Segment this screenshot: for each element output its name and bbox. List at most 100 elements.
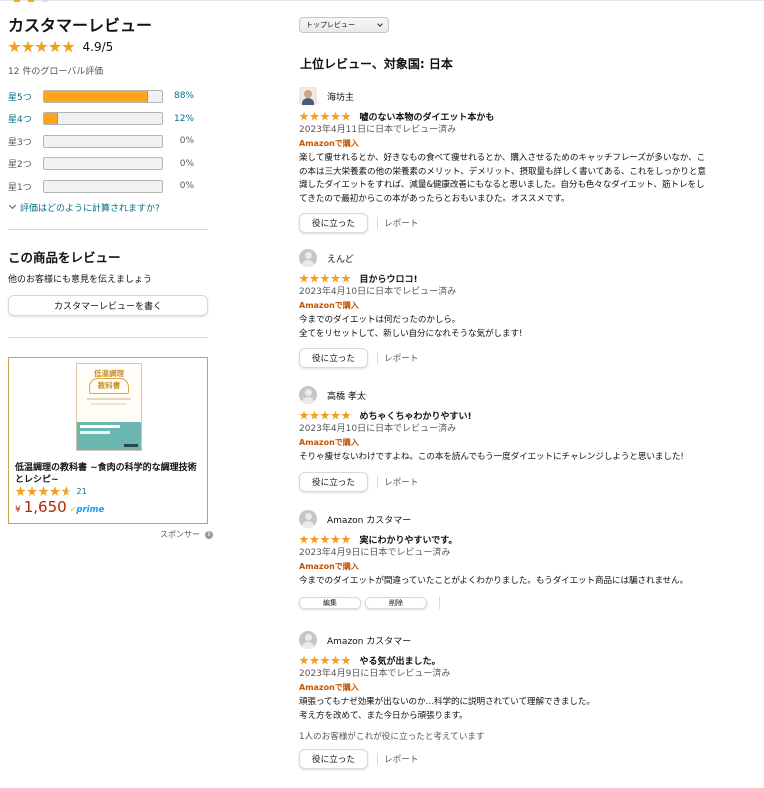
review-title[interactable]: やる気が出ました。 bbox=[360, 654, 441, 667]
star-icon bbox=[330, 273, 341, 283]
histogram-bar[interactable] bbox=[43, 89, 163, 103]
review-title[interactable]: 実にわかりやすいです。 bbox=[360, 533, 458, 546]
reviewer-name[interactable]: Amazon カスタマー bbox=[327, 513, 411, 526]
reviewer-name[interactable]: Amazon カスタマー bbox=[327, 634, 411, 647]
histogram-fill bbox=[44, 90, 148, 102]
review-actions: 役に立った レポート bbox=[299, 348, 751, 368]
histogram-label: 星3つ bbox=[8, 137, 32, 148]
report-link[interactable]: レポート bbox=[384, 476, 418, 488]
sponsored-label[interactable]: スポンサー i bbox=[160, 529, 213, 540]
reviewer-profile[interactable]: 高橋 孝太 bbox=[299, 386, 751, 404]
review-title[interactable]: 目からウロコ! bbox=[360, 272, 418, 285]
info-icon[interactable]: i bbox=[205, 530, 213, 539]
ad-rating[interactable]: 21 bbox=[15, 486, 87, 497]
histogram-row-4[interactable]: 星4つ 12% bbox=[8, 111, 208, 127]
review-item: Amazon カスタマー やる気が出ました。 2023年4月9日に日本でレビュー… bbox=[299, 631, 751, 769]
reviewer-name[interactable]: 海坊主 bbox=[327, 90, 354, 103]
reviewer-profile[interactable]: Amazon カスタマー bbox=[299, 631, 751, 649]
reviewer-avatar[interactable] bbox=[299, 631, 317, 649]
helpful-button[interactable]: 役に立った bbox=[299, 749, 368, 769]
report-link[interactable]: レポート bbox=[384, 217, 418, 229]
cover-decor bbox=[124, 444, 138, 447]
rating-histogram: 星5つ 88% 星4つ 12% 星3つ 0% 星2つ 0% 星1つ 0% bbox=[8, 88, 208, 194]
report-link[interactable]: レポート bbox=[384, 352, 418, 364]
star-icon bbox=[309, 410, 320, 420]
customer-reviews-title: カスタマーレビュー bbox=[8, 16, 153, 35]
review-body: 今までのダイエットは何だったのかしら。 全てをリセットして、新しい自分になれそう… bbox=[299, 315, 523, 339]
review-item: 海坊主 嘘のない本物のダイエット本かも 2023年4月11日に日本でレビュー済み… bbox=[299, 87, 751, 233]
product-cover-image[interactable]: 低温調理 教科書 bbox=[76, 363, 142, 451]
review-date: 2023年4月11日に日本でレビュー済み bbox=[299, 125, 457, 135]
review-date: 2023年4月10日に日本でレビュー済み bbox=[299, 424, 457, 434]
verified-purchase-badge: Amazonで購入 bbox=[299, 683, 359, 692]
cover-decor bbox=[80, 425, 120, 428]
histogram-percent: 0% bbox=[179, 136, 194, 146]
review-body: 今までのダイエットが間違っていたことがよくわかりました。もうダイエット商品には騙… bbox=[299, 576, 689, 586]
review-item: えんど 目からウロコ! 2023年4月10日に日本でレビュー済み Amazonで… bbox=[299, 249, 751, 368]
review-title-row[interactable]: 嘘のない本物のダイエット本かも bbox=[299, 110, 751, 123]
verified-purchase-badge: Amazonで購入 bbox=[299, 139, 359, 148]
how-calculated-link[interactable]: 評価はどのように計算されますか? bbox=[8, 201, 208, 214]
star-icon bbox=[330, 655, 341, 665]
helpful-button[interactable]: 役に立った bbox=[299, 471, 368, 492]
review-title-row[interactable]: 実にわかりやすいです。 bbox=[299, 533, 751, 546]
star-icon bbox=[299, 410, 309, 420]
star-icon bbox=[299, 534, 309, 544]
review-item: Amazon カスタマー 実にわかりやすいです。 2023年4月9日に日本でレビ… bbox=[299, 510, 751, 609]
reviewer-profile[interactable]: 海坊主 bbox=[299, 87, 751, 105]
average-rating-row: 4.9/5 bbox=[8, 39, 208, 55]
separator bbox=[376, 217, 378, 229]
reviewer-name[interactable]: えんど bbox=[327, 252, 354, 265]
sort-selected-value: トップレビュー bbox=[306, 21, 355, 29]
histogram-bar bbox=[43, 157, 163, 170]
star-icon bbox=[320, 655, 330, 665]
star-icon bbox=[62, 40, 75, 53]
review-title[interactable]: 嘘のない本物のダイエット本かも bbox=[360, 110, 495, 123]
histogram-row-5[interactable]: 星5つ 88% bbox=[8, 88, 208, 104]
prime-logo: prime bbox=[76, 505, 105, 515]
edit-button[interactable]: 編集 bbox=[299, 596, 361, 609]
histogram-percent[interactable]: 12% bbox=[163, 114, 194, 124]
sort-dropdown[interactable]: トップレビュー bbox=[299, 17, 389, 33]
divider bbox=[8, 228, 208, 230]
review-date: 2023年4月9日に日本でレビュー済み bbox=[299, 669, 451, 679]
helpful-button[interactable]: 役に立った bbox=[299, 213, 368, 233]
histogram-bar[interactable] bbox=[43, 112, 163, 125]
reviewer-name[interactable]: 高橋 孝太 bbox=[327, 389, 366, 402]
star-icon bbox=[38, 486, 49, 497]
report-link[interactable]: レポート bbox=[384, 753, 418, 765]
review-actions: 役に立った レポート bbox=[299, 471, 751, 492]
top-strip bbox=[0, 0, 764, 4]
how-calculated-text[interactable]: 評価はどのように計算されますか? bbox=[20, 201, 160, 214]
reviewer-profile[interactable]: えんど bbox=[299, 249, 751, 267]
helpful-button[interactable]: 役に立った bbox=[299, 348, 368, 368]
cover-band bbox=[77, 422, 141, 450]
review-title-row[interactable]: めちゃくちゃわかりやすい! bbox=[299, 409, 751, 422]
ad-rating-count[interactable]: 21 bbox=[77, 487, 87, 496]
reviewer-avatar[interactable] bbox=[299, 510, 317, 528]
review-actions: 役に立った レポート bbox=[299, 213, 751, 233]
cover-decor bbox=[87, 398, 131, 400]
review-stars bbox=[299, 534, 352, 545]
histogram-label[interactable]: 星4つ bbox=[8, 112, 43, 125]
star-icon bbox=[299, 111, 309, 121]
delete-button[interactable]: 削除 bbox=[365, 596, 427, 609]
sponsored-product-ad[interactable]: 低温調理 教科書 低温調理の教科書 ~食肉の科学的な調理技術とレシピ~ 21 ¥… bbox=[8, 357, 208, 524]
reviewer-avatar[interactable] bbox=[299, 87, 317, 105]
review-actions: 編集 削除 bbox=[299, 596, 751, 609]
review-stars bbox=[299, 273, 352, 284]
reviewer-profile[interactable]: Amazon カスタマー bbox=[299, 510, 751, 528]
ad-product-title[interactable]: 低温調理の教科書 ~食肉の科学的な調理技術とレシピ~ bbox=[15, 462, 203, 486]
histogram-label[interactable]: 星5つ bbox=[8, 90, 43, 103]
reviewer-avatar[interactable] bbox=[299, 249, 317, 267]
reviewer-avatar[interactable] bbox=[299, 386, 317, 404]
review-stars bbox=[299, 655, 352, 666]
histogram-percent[interactable]: 88% bbox=[163, 91, 194, 101]
review-title-row[interactable]: 目からウロコ! bbox=[299, 272, 751, 285]
review-title-row[interactable]: やる気が出ました。 bbox=[299, 654, 751, 667]
star-icon bbox=[341, 655, 351, 665]
write-review-button[interactable]: カスタマーレビューを書く bbox=[8, 294, 208, 316]
currency-symbol: ¥ bbox=[15, 505, 21, 515]
ad-stars bbox=[15, 486, 73, 497]
review-title[interactable]: めちゃくちゃわかりやすい! bbox=[360, 409, 472, 422]
